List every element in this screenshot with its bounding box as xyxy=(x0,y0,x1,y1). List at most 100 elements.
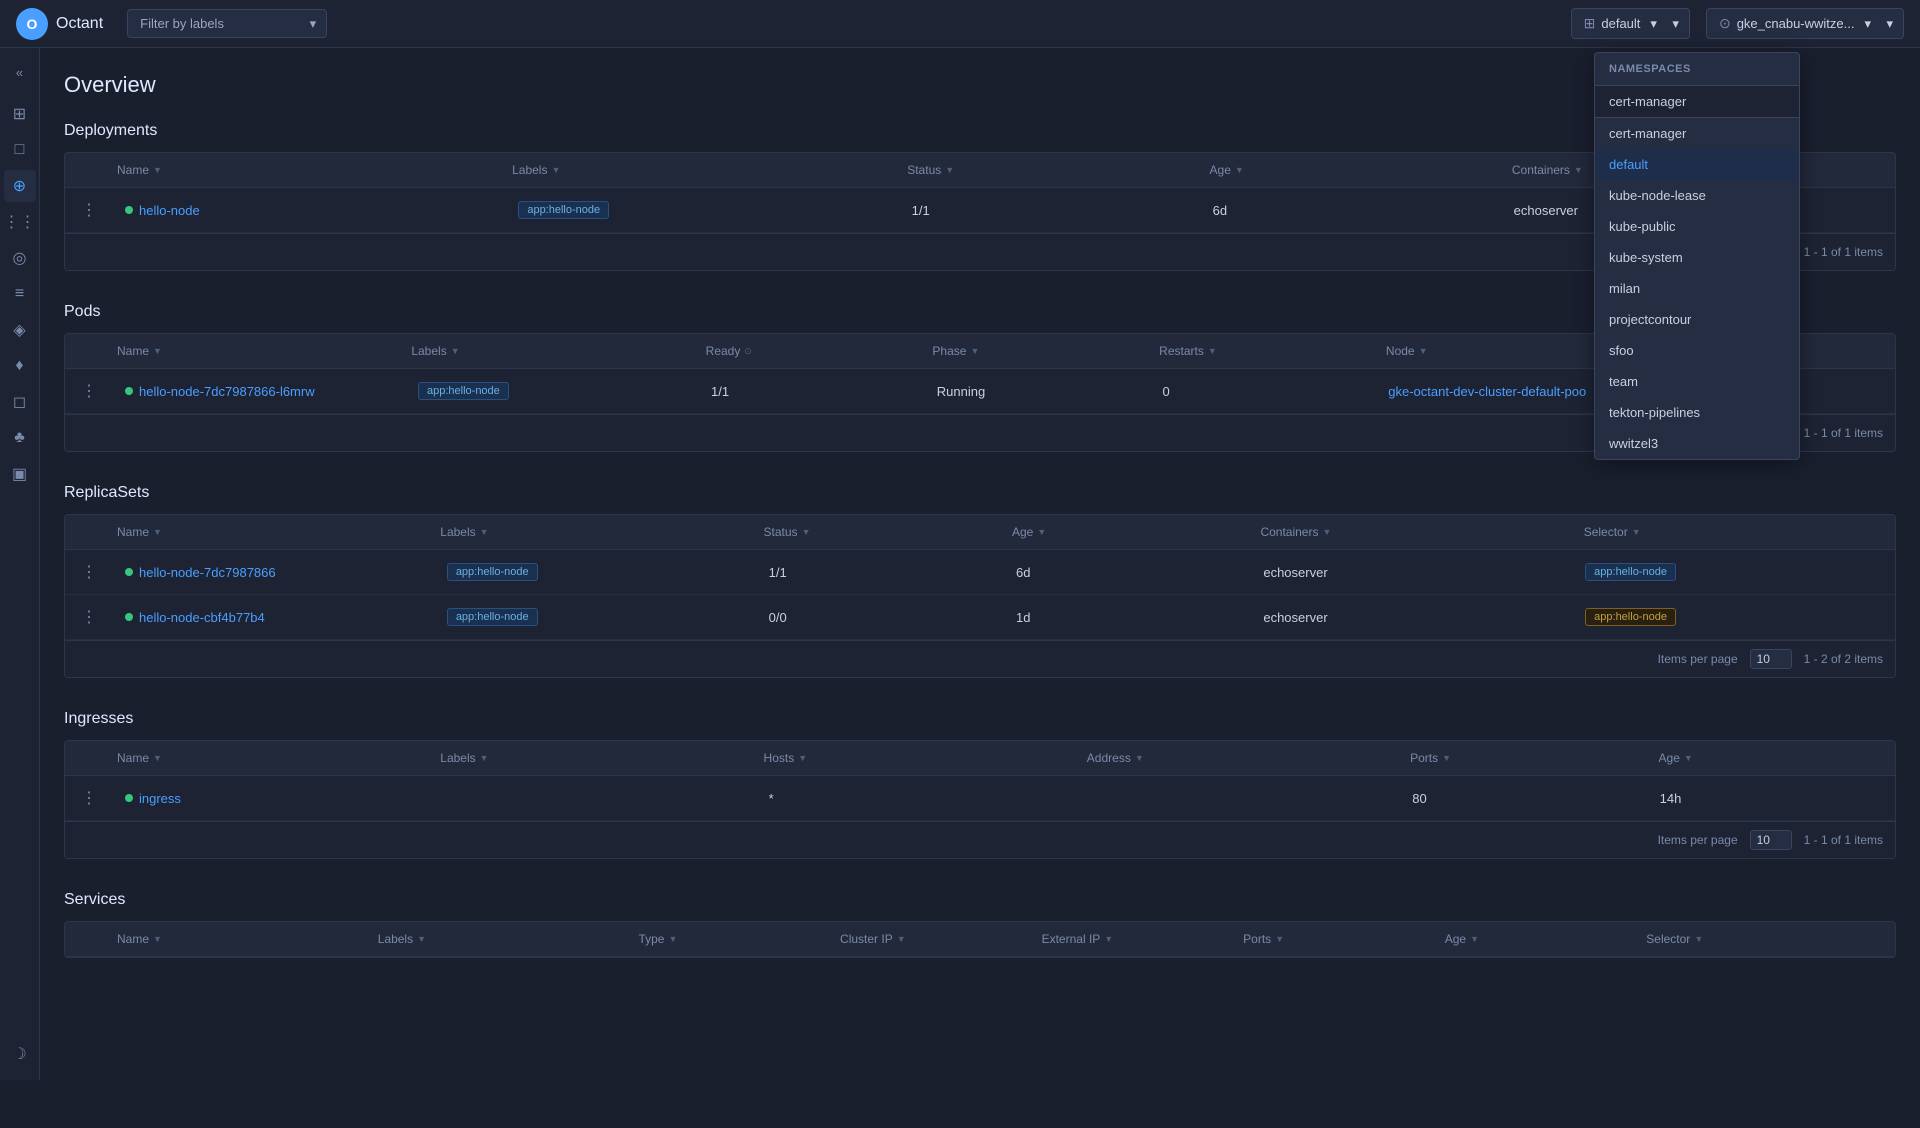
namespace-item-sfoo[interactable]: sfoo xyxy=(1595,335,1799,366)
sort-icon-ports-svc: ▼ xyxy=(1275,934,1284,944)
ing-link-0[interactable]: ingress xyxy=(139,791,181,806)
th-name-svc[interactable]: Name ▼ xyxy=(105,922,366,956)
selector-badge-rs-1[interactable]: app:hello-node xyxy=(1585,608,1676,626)
th-status-rs[interactable]: Status ▼ xyxy=(752,515,1000,549)
deploy-link-0[interactable]: hello-node xyxy=(139,203,200,218)
label-badge-deploy-0[interactable]: app:hello-node xyxy=(518,201,609,219)
namespace-search-input[interactable] xyxy=(1595,86,1799,118)
sidebar-icon-target[interactable]: ◎ xyxy=(4,242,36,274)
th-externalip-svc[interactable]: External IP ▼ xyxy=(1030,922,1232,956)
namespace-dropdown-header: Namespaces xyxy=(1595,53,1799,86)
th-labels-deploy[interactable]: Labels ▼ xyxy=(500,153,895,187)
th-age-rs[interactable]: Age ▼ xyxy=(1000,515,1248,549)
filter-by-labels-dropdown[interactable]: Filter by labels xyxy=(127,9,327,38)
th-ports-ing[interactable]: Ports ▼ xyxy=(1398,741,1646,775)
sidebar-icon-club[interactable]: ♣ xyxy=(4,422,36,454)
th-age-svc[interactable]: Age ▼ xyxy=(1433,922,1635,956)
namespace-item-wwitzel3[interactable]: wwitzel3 xyxy=(1595,428,1799,459)
sort-icon-externalip-svc: ▼ xyxy=(1104,934,1113,944)
th-restarts-pods[interactable]: Restarts ▼ xyxy=(1147,334,1374,368)
th-age-ing[interactable]: Age ▼ xyxy=(1647,741,1895,775)
th-address-ing[interactable]: Address ▼ xyxy=(1075,741,1398,775)
sidebar-icon-dots[interactable]: ⋮⋮ xyxy=(4,206,36,238)
label-badge-pods-0[interactable]: app:hello-node xyxy=(418,382,509,400)
replicasets-pagination: Items per page 10 1 - 2 of 2 items xyxy=(65,640,1895,677)
table-row: ⋮ ingress * 80 14h xyxy=(65,776,1895,821)
replicasets-table-header: Name ▼ Labels ▼ Status ▼ Age ▼ Container… xyxy=(65,515,1895,550)
th-labels-pods[interactable]: Labels ▼ xyxy=(399,334,693,368)
row-containers-rs-1: echoserver xyxy=(1251,602,1573,633)
th-name-deploy[interactable]: Name ▼ xyxy=(105,153,500,187)
services-section-title: Services xyxy=(64,891,1896,909)
sidebar-icon-list[interactable]: ≡ xyxy=(4,278,36,310)
namespace-selector[interactable]: ⊞ default ▾ xyxy=(1571,8,1690,39)
label-badge-rs-0[interactable]: app:hello-node xyxy=(447,563,538,581)
row-actions-rs-0[interactable]: ⋮ xyxy=(65,550,113,594)
sidebar-icon-layers[interactable]: ◈ xyxy=(4,314,36,346)
sidebar-icon-grid[interactable]: ⊞ xyxy=(4,98,36,130)
replicasets-per-page-select[interactable]: 10 xyxy=(1750,649,1792,669)
th-clusterip-svc[interactable]: Cluster IP ▼ xyxy=(828,922,1030,956)
cluster-current: gke_cnabu-wwitze... xyxy=(1737,16,1855,31)
sidebar-expand-button[interactable]: « xyxy=(4,56,36,88)
topnav-right: ⊞ default ▾ ⊙ gke_cnabu-wwitze... ▾ xyxy=(1571,8,1904,39)
th-ports-svc[interactable]: Ports ▼ xyxy=(1231,922,1433,956)
sort-icon-ready-pods: ⊙ xyxy=(744,346,752,357)
th-phase-pods[interactable]: Phase ▼ xyxy=(920,334,1147,368)
label-badge-rs-1[interactable]: app:hello-node xyxy=(447,608,538,626)
sidebar-icon-moon[interactable]: ☽ xyxy=(4,1038,36,1070)
namespace-item-kube-system[interactable]: kube-system xyxy=(1595,242,1799,273)
sort-icon-selector-rs: ▼ xyxy=(1632,527,1641,537)
sidebar-icon-grid2[interactable]: ▣ xyxy=(4,458,36,490)
row-actions-pods-0[interactable]: ⋮ xyxy=(65,369,113,413)
node-link-0[interactable]: gke-octant-dev-cluster-default-poo xyxy=(1388,384,1586,399)
namespace-item-kube-node-lease[interactable]: kube-node-lease xyxy=(1595,180,1799,211)
th-selector-rs[interactable]: Selector ▼ xyxy=(1572,515,1895,549)
namespace-item-projectcontour[interactable]: projectcontour xyxy=(1595,304,1799,335)
th-status-deploy[interactable]: Status ▼ xyxy=(895,153,1197,187)
kebab-menu-rs-0[interactable]: ⋮ xyxy=(77,558,101,586)
kebab-menu-pods-0[interactable]: ⋮ xyxy=(77,377,101,405)
kebab-menu-ing-0[interactable]: ⋮ xyxy=(77,784,101,812)
rs-link-0[interactable]: hello-node-7dc7987866 xyxy=(139,565,276,580)
app-logo[interactable]: O Octant xyxy=(16,8,103,40)
namespace-item-cert-manager[interactable]: cert-manager xyxy=(1595,118,1799,149)
cluster-selector[interactable]: ⊙ gke_cnabu-wwitze... ▾ xyxy=(1706,8,1904,39)
row-actions-deploy-0[interactable]: ⋮ xyxy=(65,188,113,232)
namespace-item-default[interactable]: default xyxy=(1595,149,1799,180)
th-type-svc[interactable]: Type ▼ xyxy=(626,922,828,956)
th-name-rs[interactable]: Name ▼ xyxy=(105,515,428,549)
th-ready-pods[interactable]: Ready ⊙ xyxy=(694,334,921,368)
sidebar-icon-diamond[interactable]: ♦ xyxy=(4,350,36,382)
rs-link-1[interactable]: hello-node-cbf4b77b4 xyxy=(139,610,265,625)
th-labels-rs[interactable]: Labels ▼ xyxy=(428,515,751,549)
sidebar-icon-box[interactable]: ◻ xyxy=(4,386,36,418)
selector-badge-rs-0[interactable]: app:hello-node xyxy=(1585,563,1676,581)
th-selector-svc[interactable]: Selector ▼ xyxy=(1634,922,1895,956)
row-actions-ing-0[interactable]: ⋮ xyxy=(65,776,113,820)
row-age-deploy-0: 6d xyxy=(1201,195,1502,226)
ingresses-per-page-select[interactable]: 10 xyxy=(1750,830,1792,850)
th-actions-ing xyxy=(65,741,105,775)
kebab-menu-deploy-0[interactable]: ⋮ xyxy=(77,196,101,224)
namespace-item-tekton-pipelines[interactable]: tekton-pipelines xyxy=(1595,397,1799,428)
namespace-item-kube-public[interactable]: kube-public xyxy=(1595,211,1799,242)
row-actions-rs-1[interactable]: ⋮ xyxy=(65,595,113,639)
sort-icon-age-rs: ▼ xyxy=(1037,527,1046,537)
th-hosts-ing[interactable]: Hosts ▼ xyxy=(752,741,1075,775)
sidebar-icon-square[interactable]: □ xyxy=(4,134,36,166)
pod-link-0[interactable]: hello-node-7dc7987866-l6mrw xyxy=(139,384,315,399)
th-name-pods[interactable]: Name ▼ xyxy=(105,334,399,368)
th-name-ing[interactable]: Name ▼ xyxy=(105,741,428,775)
th-labels-ing[interactable]: Labels ▼ xyxy=(428,741,751,775)
sort-icon-ports-ing: ▼ xyxy=(1442,753,1451,763)
th-age-deploy[interactable]: Age ▼ xyxy=(1198,153,1500,187)
th-labels-svc[interactable]: Labels ▼ xyxy=(366,922,627,956)
sidebar-icon-cluster[interactable]: ⊕ xyxy=(4,170,36,202)
kebab-menu-rs-1[interactable]: ⋮ xyxy=(77,603,101,631)
th-containers-rs[interactable]: Containers ▼ xyxy=(1248,515,1571,549)
sort-icon-address-ing: ▼ xyxy=(1135,753,1144,763)
namespace-item-milan[interactable]: milan xyxy=(1595,273,1799,304)
services-table: Name ▼ Labels ▼ Type ▼ Cluster IP ▼ Exte… xyxy=(64,921,1896,958)
namespace-item-team[interactable]: team xyxy=(1595,366,1799,397)
